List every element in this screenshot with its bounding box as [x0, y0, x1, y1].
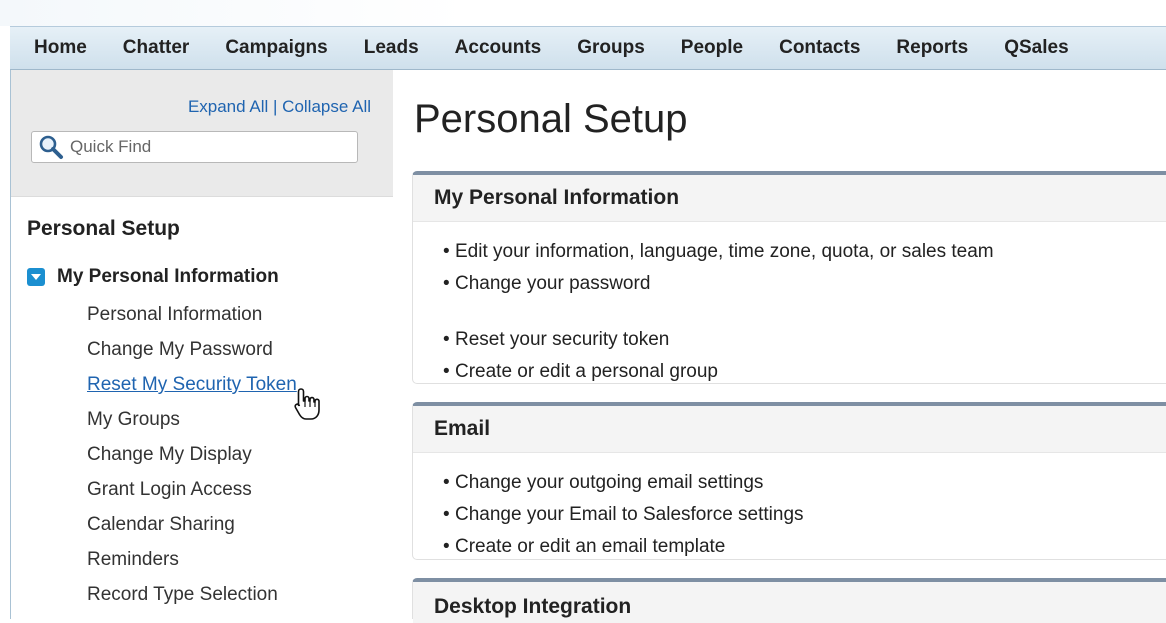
hand-pointer-icon [294, 388, 320, 420]
sidebar-search-area: Expand All | Collapse All [11, 70, 393, 197]
panel-link-edit-information[interactable]: • Edit your information, language, time z… [443, 237, 1166, 269]
panel-email: Email • Change your outgoing email settin… [412, 402, 1166, 560]
panel-link-email-template[interactable]: • Create or edit an email template [443, 532, 1166, 564]
quick-find-input[interactable] [68, 136, 342, 158]
panel-title: Email [413, 406, 1166, 453]
sidebar-item-record-type-selection[interactable]: Record Type Selection [87, 581, 297, 616]
tab-campaigns[interactable]: Campaigns [225, 37, 327, 59]
sidebar-links: Personal Information Change My Password … [87, 301, 297, 616]
panel-link-label: Change your Email to Salesforce settings [455, 504, 804, 525]
expand-all-link[interactable]: Expand All [188, 97, 268, 116]
sidebar-item-grant-login-access[interactable]: Grant Login Access [87, 476, 297, 511]
panel-link-label: Edit your information, language, time zo… [455, 241, 994, 262]
panel-link-label: Create or edit a personal group [455, 361, 718, 382]
sidebar-item-my-groups[interactable]: My Groups [87, 406, 297, 441]
panel-title: My Personal Information [413, 175, 1166, 222]
sidebar-item-reminders[interactable]: Reminders [87, 546, 297, 581]
sidebar-item-personal-information[interactable]: Personal Information [87, 301, 297, 336]
link-separator: | [273, 97, 278, 116]
panel-link-change-password[interactable]: • Change your password [443, 269, 1166, 301]
panel-link-personal-group[interactable]: • Create or edit a personal group [443, 357, 1166, 389]
sidebar-section-my-personal-information[interactable]: My Personal Information [27, 266, 279, 288]
panel-link-reset-security-token[interactable]: • Reset your security token [443, 325, 1166, 357]
panel-link-label: Change your outgoing email settings [455, 472, 764, 493]
panel-link-label: Reset your security token [455, 329, 670, 350]
panel-link-label: Change your password [455, 273, 651, 294]
tab-people[interactable]: People [681, 37, 743, 59]
panel-link-label: Create or edit an email template [455, 536, 726, 557]
panel-my-personal-information: My Personal Information • Edit your infor… [412, 171, 1166, 384]
page-title: Personal Setup [414, 97, 688, 141]
panel-title: Desktop Integration [413, 582, 1166, 623]
sidebar-item-reset-my-security-token[interactable]: Reset My Security Token [87, 371, 297, 406]
panel-desktop-integration: Desktop Integration [412, 578, 1166, 623]
tab-chatter[interactable]: Chatter [123, 37, 190, 59]
tab-leads[interactable]: Leads [364, 37, 419, 59]
tab-groups[interactable]: Groups [577, 37, 645, 59]
tab-qsales[interactable]: QSales [1004, 37, 1068, 59]
top-strip [0, 0, 1166, 26]
tab-accounts[interactable]: Accounts [455, 37, 542, 59]
tab-bar: Home Chatter Campaigns Leads Accounts Gr… [10, 26, 1166, 70]
expand-collapse-links: Expand All | Collapse All [188, 97, 371, 117]
sidebar-item-change-my-display[interactable]: Change My Display [87, 441, 297, 476]
sidebar-section-label: My Personal Information [57, 266, 279, 287]
sidebar-item-calendar-sharing[interactable]: Calendar Sharing [87, 511, 297, 546]
sidebar: Expand All | Collapse All Personal Setup… [11, 70, 393, 619]
magnifier-icon [39, 135, 63, 159]
panel-link-email-to-salesforce[interactable]: • Change your Email to Salesforce setting… [443, 500, 1166, 532]
quick-find-box[interactable] [31, 131, 358, 163]
triangle-down-icon[interactable] [27, 268, 45, 286]
sidebar-title: Personal Setup [27, 217, 180, 240]
tab-contacts[interactable]: Contacts [779, 37, 860, 59]
sidebar-item-change-my-password[interactable]: Change My Password [87, 336, 297, 371]
collapse-all-link[interactable]: Collapse All [282, 97, 371, 116]
tab-reports[interactable]: Reports [896, 37, 968, 59]
panel-link-outgoing-email[interactable]: • Change your outgoing email settings [443, 468, 1166, 500]
tab-home[interactable]: Home [34, 37, 87, 59]
